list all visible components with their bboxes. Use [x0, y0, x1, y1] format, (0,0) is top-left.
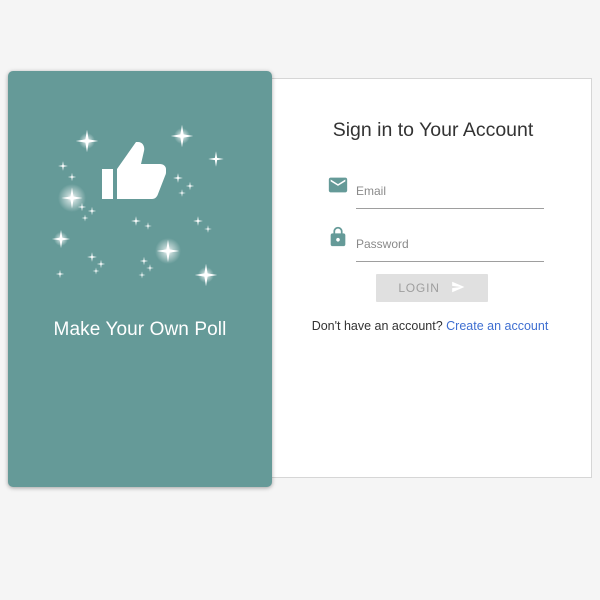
signup-prompt-row: Don't have an account? Create an account [263, 319, 593, 333]
thumbs-up-icon [102, 142, 166, 199]
login-button[interactable]: LOGIN [376, 274, 488, 302]
password-underline [356, 261, 544, 262]
signup-prompt: Don't have an account? [311, 319, 443, 333]
email-field[interactable] [356, 179, 544, 203]
brand-panel: Make Your Own Poll [8, 71, 272, 487]
signin-card: Sign in to Your Account LOGIN [262, 78, 592, 478]
login-page: Sign in to Your Account LOGIN [0, 0, 600, 600]
login-button-label: LOGIN [398, 281, 440, 295]
lock-icon [327, 226, 349, 248]
signin-title: Sign in to Your Account [332, 119, 534, 141]
send-icon [450, 280, 466, 297]
mail-icon [327, 174, 349, 196]
brand-title: Make Your Own Poll [53, 319, 227, 340]
create-account-link[interactable]: Create an account [446, 319, 548, 333]
password-field[interactable] [356, 232, 544, 256]
email-underline [356, 208, 544, 209]
